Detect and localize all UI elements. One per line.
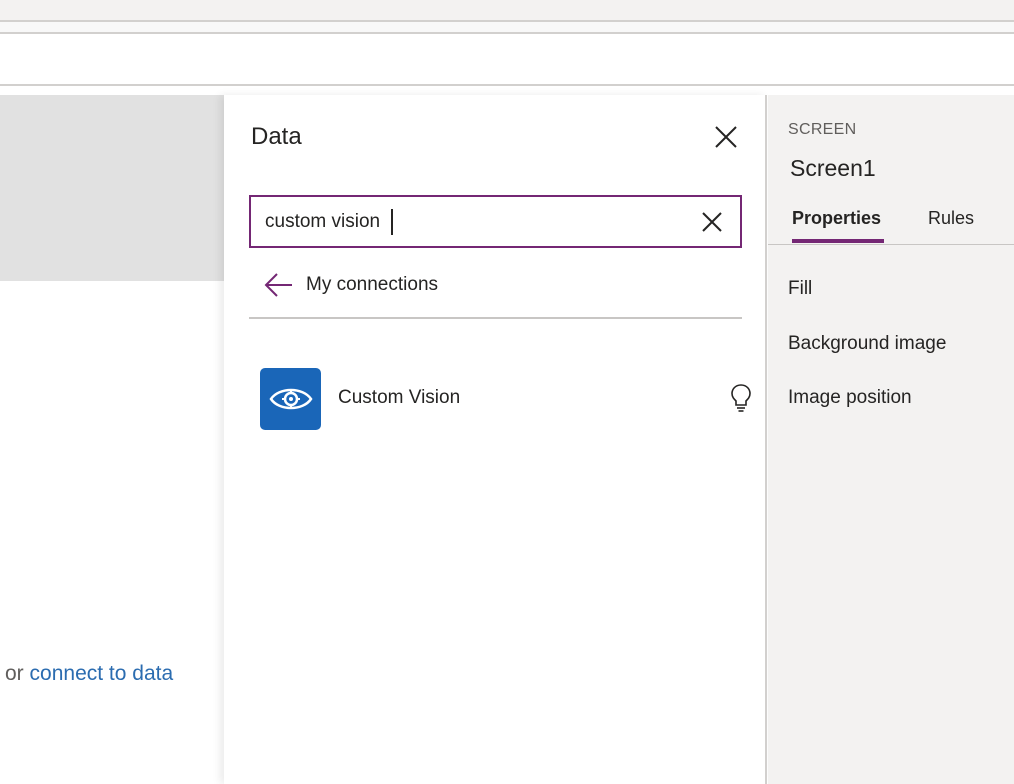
data-panel: Data My connections: [224, 95, 767, 784]
back-to-my-connections[interactable]: My connections: [264, 267, 438, 303]
eye-gear-icon: [260, 368, 321, 430]
text-caret: [391, 209, 393, 235]
lightbulb-icon[interactable]: [729, 383, 753, 413]
selected-name: Screen1: [790, 155, 876, 181]
tab-properties[interactable]: Properties: [792, 208, 881, 229]
properties-panel: SCREEN Screen1 Properties Rules Fill Bac…: [768, 95, 1014, 784]
close-icon: [715, 126, 737, 148]
design-canvas: or connect to data: [0, 95, 224, 784]
connect-to-data-link[interactable]: connect to data: [30, 662, 174, 685]
property-image-position[interactable]: Image position: [788, 387, 912, 409]
property-background-image[interactable]: Background image: [788, 333, 946, 355]
hint-or-text: or: [5, 662, 24, 685]
clear-icon: [702, 212, 722, 232]
top-toolbar: [0, 0, 1014, 22]
close-panel-button[interactable]: [712, 123, 740, 151]
toolbar-gap: [0, 22, 1014, 32]
search-box[interactable]: [249, 195, 742, 248]
property-fill[interactable]: Fill: [788, 278, 812, 300]
divider: [249, 317, 742, 319]
canvas-hint: or connect to data: [5, 662, 173, 686]
formula-bar[interactable]: [0, 32, 1014, 86]
tabs-divider: [768, 244, 1014, 245]
back-label: My connections: [306, 274, 439, 295]
back-arrow-icon: [264, 273, 292, 297]
connector-label: Custom Vision: [338, 387, 461, 408]
canvas-header-area: [0, 95, 224, 281]
active-tab-indicator: [792, 239, 884, 243]
panel-title: Data: [251, 123, 302, 150]
tab-rules[interactable]: Rules: [928, 208, 974, 229]
connector-result-custom-vision[interactable]: Custom Vision: [260, 367, 752, 431]
search-input[interactable]: [265, 207, 685, 237]
clear-search-button[interactable]: [701, 211, 723, 233]
selected-kind: SCREEN: [788, 121, 857, 138]
